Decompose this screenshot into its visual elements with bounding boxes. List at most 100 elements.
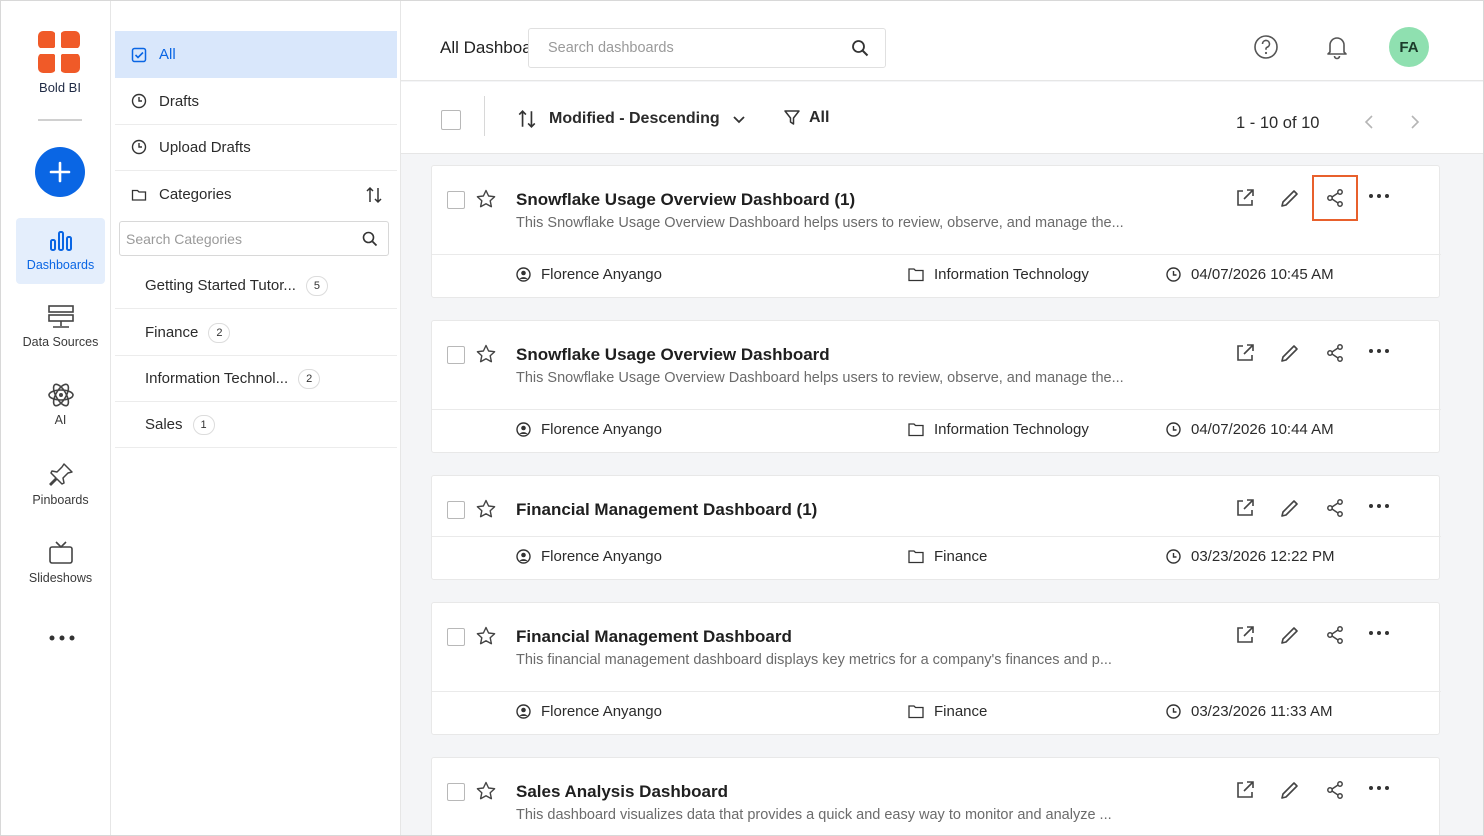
search-icon[interactable] [362,231,378,247]
filter-icon [784,110,800,125]
category-name: Information Technology [934,421,1089,438]
category-info: Finance [908,703,987,720]
share-icon[interactable] [1323,623,1347,647]
category-search-input[interactable]: Search Categories [119,221,389,256]
user-avatar[interactable]: FA [1389,27,1429,67]
edit-pencil-icon[interactable] [1278,496,1302,520]
bold-bi-logo-icon[interactable] [38,31,80,73]
edit-pencil-icon[interactable] [1278,186,1302,210]
more-options-icon[interactable] [1367,621,1391,645]
dashboard-card[interactable]: Financial Management Dashboard This fina… [431,602,1441,735]
clock-icon [1166,549,1181,564]
edit-pencil-icon[interactable] [1278,623,1302,647]
page-title: All Dashboards [440,38,530,57]
share-icon[interactable] [1312,175,1358,221]
more-options-icon[interactable] [1367,494,1391,518]
sort-icon[interactable] [365,186,383,204]
more-options-icon[interactable] [1367,339,1391,363]
share-icon[interactable] [1323,778,1347,802]
clock-icon [1166,422,1181,437]
owner-info: Florence Anyango [516,421,662,438]
category-item-label: Finance [145,324,199,341]
filter-dropdown[interactable]: All [783,109,829,127]
share-icon[interactable] [1323,496,1347,520]
nav-drafts[interactable]: Drafts [115,78,397,125]
more-options-icon[interactable] [1367,776,1391,800]
dashboard-card[interactable]: Snowflake Usage Overview Dashboard This … [431,320,1441,453]
nav-all[interactable]: All [115,31,397,78]
chevron-right-icon[interactable] [1405,113,1423,131]
modified-date: 03/23/2026 12:22 PM [1191,548,1335,565]
nav-upload-drafts[interactable]: Upload Drafts [115,124,397,171]
rail-item-slideshows[interactable]: Slideshows [16,531,105,597]
search-icon[interactable] [851,39,869,57]
category-item[interactable]: Finance 2 [115,310,397,356]
folder-icon [908,705,924,719]
clock-icon [131,139,147,155]
edit-pencil-icon[interactable] [1278,778,1302,802]
more-horizontal-icon[interactable] [47,628,77,648]
open-external-icon[interactable] [1233,778,1257,802]
edit-pencil-icon[interactable] [1278,341,1302,365]
category-count-badge: 5 [305,275,328,296]
toolbar-divider [484,96,485,136]
modified-date: 03/23/2026 11:33 AM [1191,703,1333,720]
dashboard-card[interactable]: Snowflake Usage Overview Dashboard (1) T… [431,165,1441,298]
card-checkbox[interactable] [447,501,465,519]
dashboard-title[interactable]: Snowflake Usage Overview Dashboard [516,345,830,365]
create-new-button[interactable] [35,147,85,197]
modified-date: 04/07/2026 10:45 AM [1191,266,1334,283]
rail-item-data-sources[interactable]: Data Sources [16,295,105,361]
bell-icon[interactable] [1324,34,1350,60]
dashboard-search-placeholder: Search dashboards [548,40,674,56]
rail-item-label: Dashboards [26,258,95,272]
card-checkbox[interactable] [447,783,465,801]
star-icon[interactable] [476,626,496,646]
atom-icon [47,383,74,407]
rail-item-pinboards[interactable]: Pinboards [16,453,105,519]
star-icon[interactable] [476,189,496,209]
dashboard-search-input[interactable]: Search dashboards [528,28,886,68]
star-icon[interactable] [476,781,496,801]
dashboard-card[interactable]: Financial Management Dashboard (1) Flore… [431,475,1441,580]
dashboard-title[interactable]: Sales Analysis Dashboard [516,782,728,802]
open-external-icon[interactable] [1233,623,1257,647]
help-icon[interactable] [1253,34,1279,60]
rail-divider [38,119,82,121]
more-options-icon[interactable] [1367,184,1391,208]
main-content: All Dashboards Search dashboards FA Modi… [401,1,1483,835]
bar-chart-icon [49,231,72,251]
star-icon[interactable] [476,499,496,519]
dashboard-title[interactable]: Financial Management Dashboard (1) [516,500,817,520]
dashboard-description: This dashboard visualizes data that prov… [516,807,1112,823]
filter-label: All [809,109,830,126]
rail-item-dashboards[interactable]: Dashboards [16,218,105,284]
card-checkbox[interactable] [447,346,465,364]
dashboard-meta: Florence Anyango Finance 03/23/2026 12:2… [432,536,1441,580]
dashboard-title[interactable]: Snowflake Usage Overview Dashboard (1) [516,190,855,210]
tv-icon [48,541,73,564]
dashboard-title[interactable]: Financial Management Dashboard [516,627,792,647]
open-external-icon[interactable] [1233,496,1257,520]
category-item[interactable]: Sales 1 [115,402,397,448]
category-item[interactable]: Information Technol... 2 [115,356,397,402]
nav-categories[interactable]: Categories [115,171,397,218]
select-all-checkbox[interactable] [441,110,461,130]
category-name: Finance [934,548,988,565]
star-icon[interactable] [476,344,496,364]
chevron-left-icon[interactable] [1361,113,1379,131]
card-checkbox[interactable] [447,628,465,646]
dashboard-description: This Snowflake Usage Overview Dashboard … [516,215,1124,231]
folder-icon [908,550,924,564]
sort-dropdown[interactable]: Modified - Descending [517,109,746,129]
category-count-badge: 2 [208,322,231,343]
rail-item-ai[interactable]: AI [16,373,105,439]
open-external-icon[interactable] [1233,341,1257,365]
open-external-icon[interactable] [1233,186,1257,210]
category-name: Information Technology [934,266,1089,283]
dashboard-card[interactable]: Sales Analysis Dashboard This dashboard … [431,757,1440,835]
category-item[interactable]: Getting Started Tutor... 5 [115,263,397,309]
card-checkbox[interactable] [447,191,465,209]
category-item-label: Sales [145,416,183,433]
share-icon[interactable] [1323,341,1347,365]
